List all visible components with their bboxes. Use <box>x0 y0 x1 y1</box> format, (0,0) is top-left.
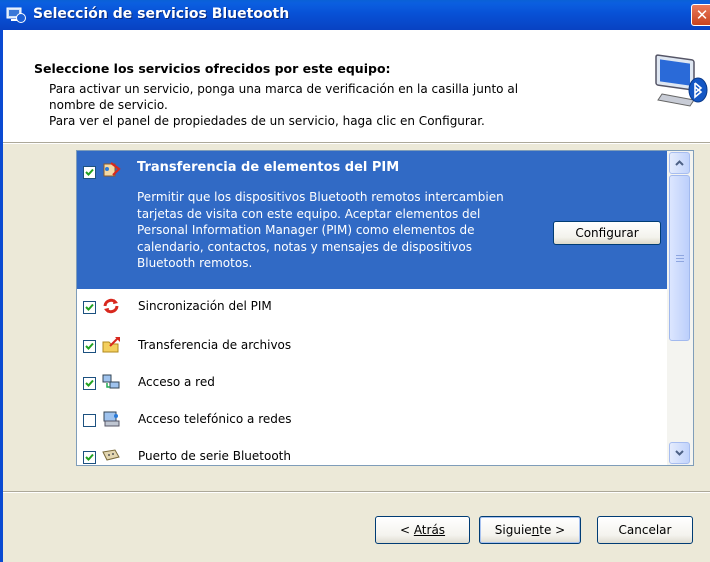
network-access-icon <box>102 374 120 389</box>
service-label: Sincronización del PIM <box>138 299 272 313</box>
service-item-dialup[interactable]: Acceso telefónico a redes <box>77 406 667 434</box>
back-button[interactable]: < Atrás <box>375 516 470 544</box>
close-icon: ✕ <box>695 6 709 24</box>
computer-bluetooth-icon <box>655 54 708 107</box>
thumb-grip-line <box>676 261 684 262</box>
header-instruction-1: Para activar un servicio, ponga una marc… <box>49 82 519 96</box>
chevron-down-icon <box>675 450 684 456</box>
bluetooth-computer-icon <box>6 7 26 23</box>
checkmark-icon <box>85 379 94 387</box>
service-checkbox[interactable] <box>83 340 96 353</box>
checkmark-icon <box>85 453 94 461</box>
service-description: Permitir que los dispositivos Bluetooth … <box>137 190 504 270</box>
header-instruction-2: nombre de servicio. <box>49 98 168 112</box>
configure-button[interactable]: Configurar <box>553 221 661 245</box>
thumb-grip-line <box>676 258 684 259</box>
services-scrollbar[interactable] <box>667 151 693 465</box>
dialup-icon <box>103 411 120 427</box>
service-label: Transferencia de archivos <box>138 338 292 352</box>
pim-sync-icon <box>103 298 119 314</box>
back-button-label: Atrás <box>413 523 446 537</box>
scroll-up-button[interactable] <box>669 152 690 174</box>
service-item-pim-transfer[interactable]: Transferencia de elementos del PIM Permi… <box>77 151 667 289</box>
serial-port-icon <box>102 449 120 461</box>
title-bar[interactable]: Selección de servicios Bluetooth ✕ <box>0 0 710 30</box>
cancel-button[interactable]: Cancelar <box>597 516 693 544</box>
back-button-prefix: < <box>399 523 414 537</box>
footer-divider-highlight <box>3 492 710 493</box>
service-label: Acceso a red <box>138 375 215 389</box>
service-title: Transferencia de elementos del PIM <box>137 160 400 175</box>
wizard-body: Transferencia de elementos del PIM Permi… <box>3 144 710 562</box>
service-item-serial-port[interactable]: Puerto de serie Bluetooth <box>77 443 667 465</box>
service-item-network-access[interactable]: Acceso a red <box>77 369 667 397</box>
file-transfer-icon <box>102 337 120 353</box>
header-instruction-3: Para ver el panel de propiedades de un s… <box>49 114 485 128</box>
thumb-grip-line <box>676 255 684 256</box>
close-button[interactable]: ✕ <box>691 4 710 26</box>
service-checkbox[interactable] <box>83 414 96 427</box>
checkmark-icon <box>85 168 94 176</box>
next-label-part: te > <box>539 523 566 537</box>
next-button[interactable]: Siguie n te > <box>479 516 581 544</box>
service-checkbox[interactable] <box>83 301 96 314</box>
service-item-file-transfer[interactable]: Transferencia de archivos <box>77 332 667 360</box>
window-title: Selección de servicios Bluetooth <box>33 6 290 22</box>
service-checkbox[interactable] <box>83 451 96 464</box>
service-item-pim-sync[interactable]: Sincronización del PIM <box>77 293 667 321</box>
header-heading: Seleccione los servicios ofrecidos por e… <box>34 61 391 76</box>
service-label: Puerto de serie Bluetooth <box>138 449 291 463</box>
checkmark-icon <box>85 342 94 350</box>
chevron-up-icon <box>675 160 684 166</box>
next-label-accelerator: n <box>531 523 540 537</box>
scroll-down-button[interactable] <box>669 442 690 464</box>
pim-transfer-icon <box>103 162 121 177</box>
wizard-header: Seleccione los servicios ofrecidos por e… <box>3 30 710 142</box>
next-label-part: Siguie <box>494 523 532 537</box>
services-list[interactable]: Transferencia de elementos del PIM Permi… <box>76 150 694 466</box>
scroll-thumb[interactable] <box>669 175 690 341</box>
service-checkbox[interactable] <box>83 166 96 179</box>
checkmark-icon <box>85 303 94 311</box>
service-label: Acceso telefónico a redes <box>138 412 292 426</box>
service-checkbox[interactable] <box>83 377 96 390</box>
